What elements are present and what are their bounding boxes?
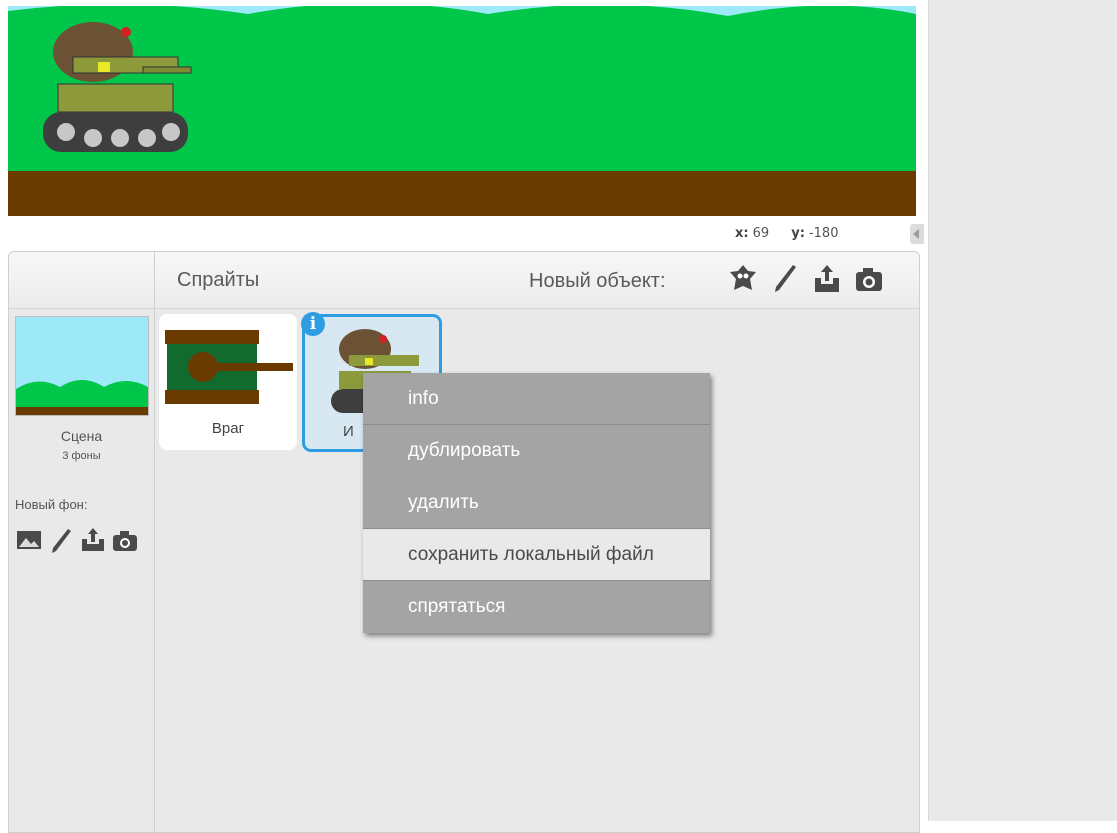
choose-sprite-icon[interactable] xyxy=(727,262,759,296)
sprite-name: Враг xyxy=(211,420,245,437)
new-object-label: Новый объект: xyxy=(529,270,666,292)
menu-item-delete[interactable]: удалить xyxy=(363,477,710,529)
sprite-tile-vrag[interactable]: Враг xyxy=(159,314,297,450)
stage[interactable] xyxy=(8,6,916,216)
paint-brush-icon[interactable] xyxy=(769,262,801,296)
menu-item-save-local-file[interactable]: сохранить локальный файл xyxy=(363,529,710,581)
sprite-context-menu: info дублировать удалить сохранить локал… xyxy=(363,373,710,633)
scene-label: Сцена xyxy=(60,428,103,444)
x-value: 69 xyxy=(752,226,770,241)
landscape-icon[interactable] xyxy=(15,526,43,554)
enemy-tank-thumbnail xyxy=(165,330,293,404)
menu-item-hide[interactable]: спрятаться xyxy=(363,581,710,633)
x-label: x: xyxy=(735,226,749,241)
menu-item-info[interactable]: info xyxy=(363,373,710,425)
upload-icon[interactable] xyxy=(811,262,843,296)
sprites-title: Спрайты xyxy=(177,269,260,291)
new-object-tools xyxy=(727,262,885,296)
y-label: y: xyxy=(791,226,805,241)
new-backdrop-label: Новый фон: xyxy=(15,497,88,512)
upload-icon[interactable] xyxy=(79,526,107,554)
pane-divider xyxy=(154,252,155,832)
camera-icon[interactable] xyxy=(111,526,139,554)
mouse-coordinates: x: 69 y: -180 xyxy=(735,226,856,241)
menu-item-duplicate[interactable]: дублировать xyxy=(363,425,710,477)
collapse-stage-button[interactable] xyxy=(910,224,924,244)
y-value: -180 xyxy=(808,226,839,241)
right-panel xyxy=(928,0,1117,821)
stage-thumbnail[interactable] xyxy=(15,316,149,416)
backdrops-count: 3 фоны xyxy=(62,450,101,462)
info-icon[interactable]: i xyxy=(301,312,325,336)
camera-icon[interactable] xyxy=(853,262,885,296)
paint-brush-icon[interactable] xyxy=(47,526,75,554)
new-backdrop-tools xyxy=(15,526,139,554)
